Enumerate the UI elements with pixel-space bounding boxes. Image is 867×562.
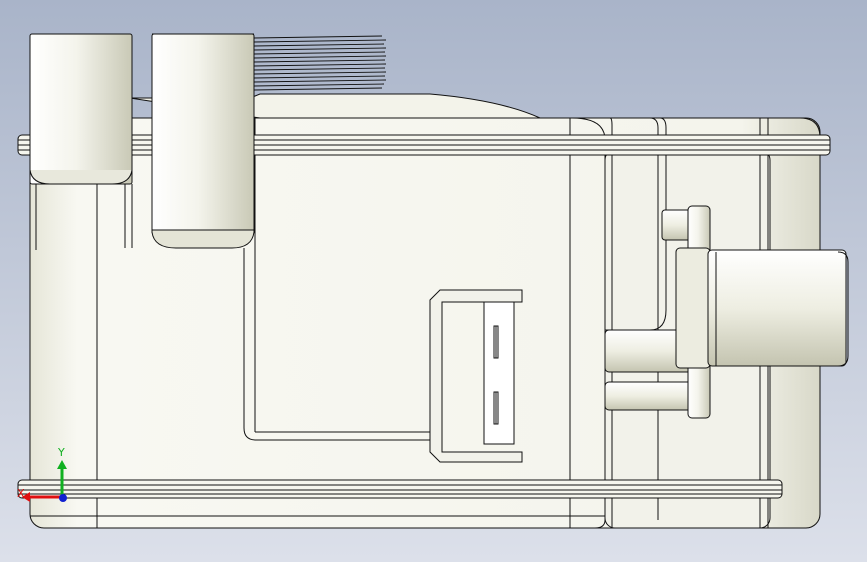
z-axis-dot <box>59 494 67 502</box>
outlet-pipe[interactable] <box>707 249 849 367</box>
inlet-pipe[interactable] <box>151 33 255 249</box>
upper-rail <box>17 134 831 156</box>
y-axis-label: Y <box>57 446 65 459</box>
x-axis-label: X <box>17 487 25 500</box>
cad-viewport[interactable]: X Y <box>0 0 867 562</box>
